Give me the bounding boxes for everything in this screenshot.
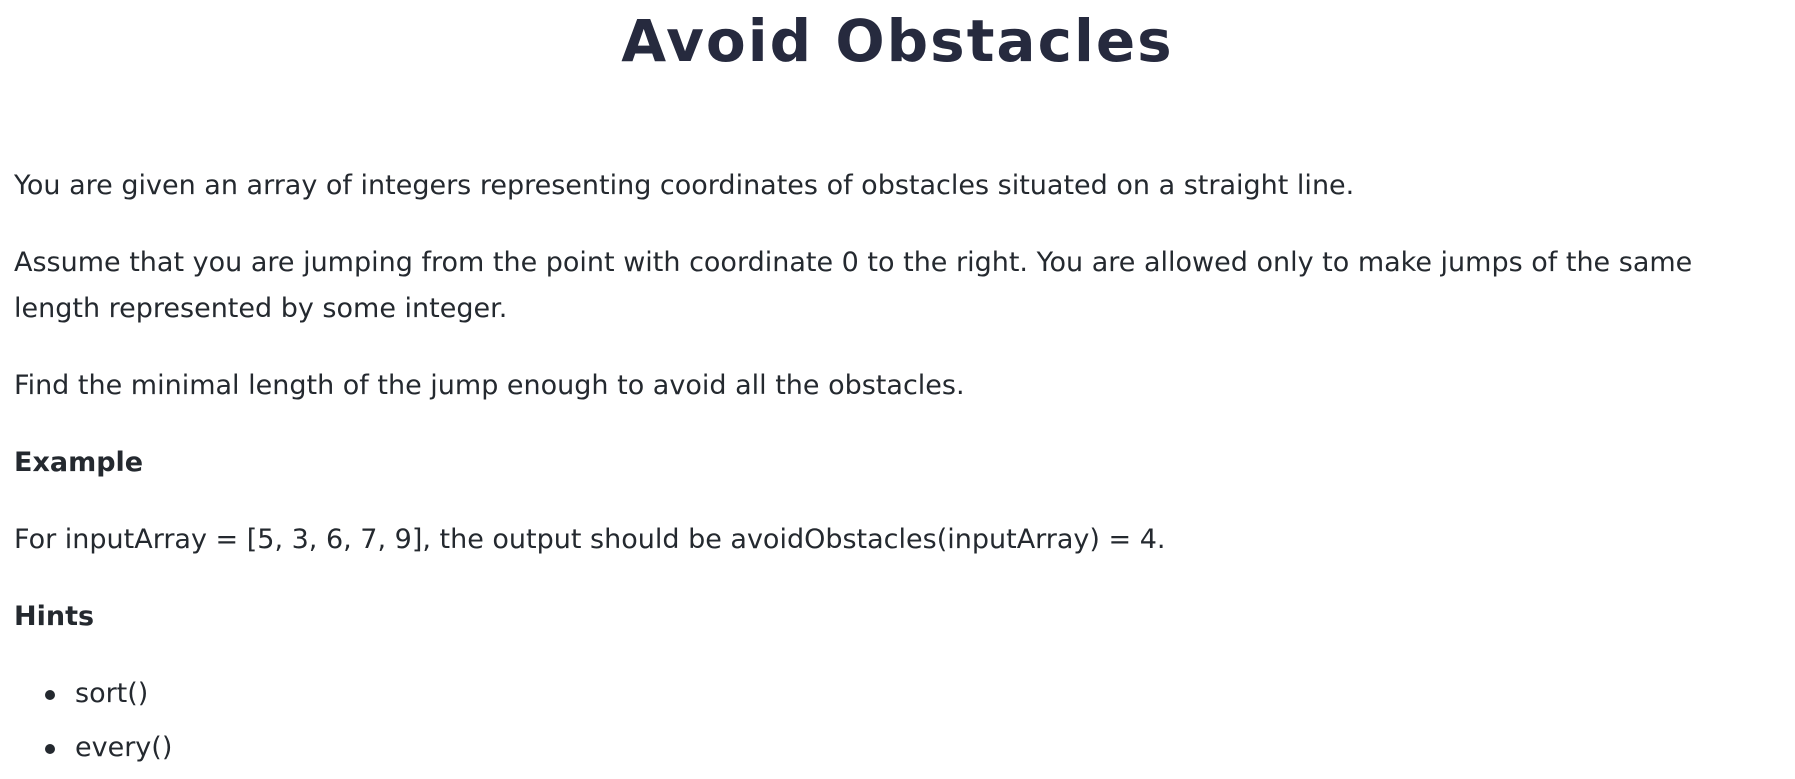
hints-heading: Hints xyxy=(14,601,95,632)
bullet-icon xyxy=(45,690,55,700)
example-text: For inputArray = [5, 3, 6, 7, 9], the ou… xyxy=(14,524,1166,555)
page-title: Avoid Obstacles xyxy=(621,7,1174,75)
problem-description: You are given an array of integers repre… xyxy=(14,163,1784,779)
hint-label: sort() xyxy=(75,678,149,709)
bullet-icon xyxy=(45,744,55,754)
page: Avoid Obstacles You are given an array o… xyxy=(0,0,1795,763)
hint-item: sort() xyxy=(45,671,1784,717)
hints-list: sort() every() xyxy=(14,671,1784,771)
description-paragraph-3: Find the minimal length of the jump enou… xyxy=(14,370,965,401)
description-paragraph-1: You are given an array of integers repre… xyxy=(14,170,1355,201)
hint-label: every() xyxy=(75,732,173,763)
description-paragraph-2: Assume that you are jumping from the poi… xyxy=(14,247,1693,324)
example-heading: Example xyxy=(14,447,144,478)
hint-item: every() xyxy=(45,725,1784,771)
